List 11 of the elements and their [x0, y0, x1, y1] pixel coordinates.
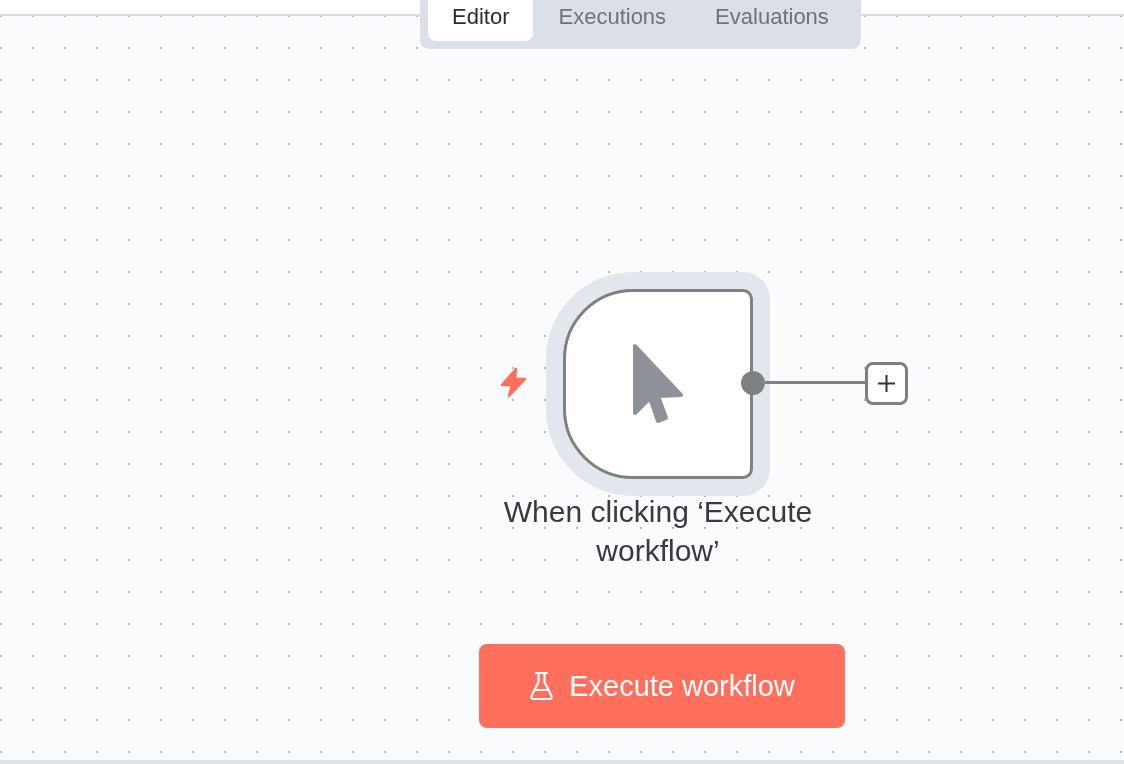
node-label: When clicking ‘Execute workflow’ — [502, 494, 814, 569]
tab[interactable]: Executions — [534, 0, 691, 41]
cursor-icon — [632, 343, 684, 425]
lightning-icon — [499, 367, 528, 398]
trigger-node[interactable] — [563, 289, 753, 479]
execute-workflow-button[interactable]: Execute workflow — [479, 644, 845, 728]
add-node-button[interactable] — [865, 362, 908, 405]
plus-icon — [878, 375, 895, 392]
tab[interactable]: Evaluations — [691, 0, 853, 41]
flask-icon — [529, 671, 555, 701]
tab[interactable]: Editor — [428, 0, 534, 41]
